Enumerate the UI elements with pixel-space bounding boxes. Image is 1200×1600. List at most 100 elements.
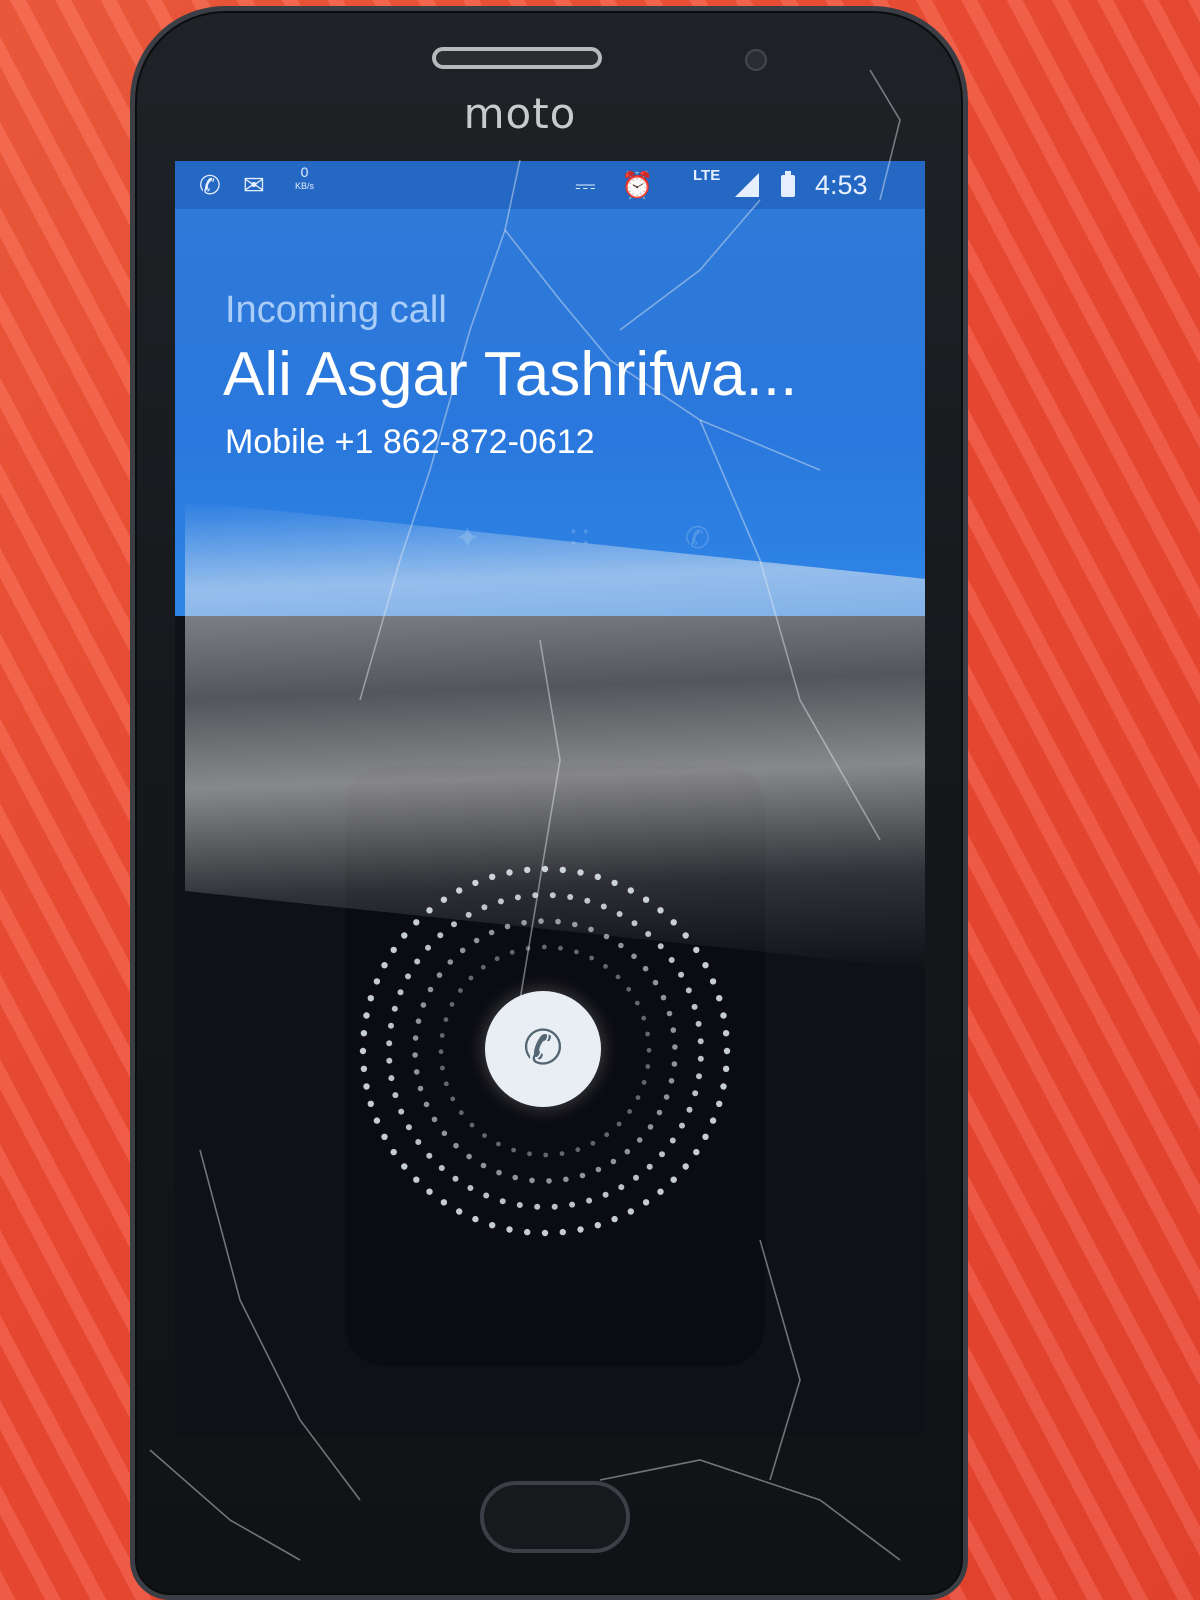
- ring-dot: [577, 869, 584, 876]
- ring-dot: [527, 1151, 532, 1157]
- ring-dot: [671, 1061, 678, 1067]
- ring-dot: [559, 1228, 566, 1236]
- ring-dot: [483, 1192, 490, 1199]
- ring-dot: [447, 959, 454, 965]
- ring-dot: [660, 994, 667, 1001]
- ring-dot: [572, 921, 578, 928]
- ring-dot: [543, 1152, 549, 1158]
- earpiece-speaker: [432, 47, 602, 69]
- ring-dot: [373, 1117, 381, 1124]
- ring-dot: [359, 1047, 367, 1055]
- ring-dot: [696, 1073, 702, 1080]
- ring-dot: [702, 962, 709, 969]
- signal-strength-icon: [735, 173, 759, 197]
- ring-dot: [611, 1215, 618, 1223]
- ring-dot: [594, 873, 601, 880]
- ring-dot: [417, 1085, 424, 1092]
- incoming-call-label: Incoming call: [225, 289, 447, 331]
- ring-dot: [559, 866, 566, 874]
- ring-dot: [506, 869, 513, 876]
- answer-call-button[interactable]: ✆: [485, 991, 601, 1107]
- ring-dot: [438, 1165, 445, 1171]
- ring-dot: [452, 1175, 459, 1182]
- ring-dot: [670, 1176, 677, 1183]
- ring-dot: [381, 1133, 388, 1140]
- ring-dot: [709, 978, 717, 985]
- ring-dot: [589, 955, 594, 961]
- ring-dot: [453, 1142, 459, 1149]
- ring-dot: [426, 907, 433, 914]
- ring-dot: [381, 962, 388, 969]
- phone-call-icon: ✆: [199, 170, 221, 200]
- ring-dot: [716, 1100, 723, 1107]
- ring-dot: [709, 1117, 717, 1124]
- ring-dot: [494, 956, 500, 962]
- ring-dot: [413, 919, 420, 926]
- ring-dot: [509, 949, 515, 955]
- ring-dot: [388, 1022, 394, 1029]
- ring-dot: [480, 1162, 487, 1169]
- ring-dot: [541, 944, 547, 950]
- ring-dot: [541, 1229, 549, 1237]
- ring-dot: [633, 1174, 639, 1181]
- ring-dot: [559, 1151, 565, 1156]
- phone-screen: ✆ ✉ 0 KB/s ⎓ ⏰ LTE 4:53 Incoming call Al…: [175, 161, 925, 1436]
- ring-dot: [575, 1147, 581, 1153]
- ring-dot: [657, 1188, 664, 1195]
- ring-dot: [504, 923, 511, 930]
- ring-dot: [496, 1141, 501, 1147]
- ring-dot: [425, 944, 431, 951]
- ring-dot: [426, 1152, 433, 1159]
- ring-dot: [647, 1124, 654, 1130]
- ring-dot: [415, 1139, 422, 1145]
- ring-dot: [413, 1176, 420, 1183]
- add-call-icon: ✆: [685, 522, 711, 555]
- answer-call-widget[interactable]: ✆: [355, 861, 735, 1241]
- ring-dot: [443, 1081, 449, 1087]
- ring-dot: [631, 920, 638, 927]
- ring-dot: [431, 1116, 438, 1123]
- ring-dot: [472, 1215, 479, 1223]
- ring-dot: [668, 957, 675, 963]
- ring-dot: [569, 1201, 576, 1208]
- ring-dot: [692, 1090, 699, 1097]
- ring-dot: [626, 986, 632, 992]
- ring-dot: [618, 942, 624, 949]
- ring-dot: [722, 1065, 730, 1072]
- ring-dot: [685, 987, 692, 994]
- caller-name: Ali Asgar Tashrifwa...: [223, 340, 798, 409]
- ring-dot: [563, 1176, 569, 1183]
- phone-device: moto ✆ ✉ 0 KB/s ⎓ ⏰ LTE 4:53 Incoming ca…: [130, 6, 968, 1600]
- ring-dot: [716, 995, 723, 1002]
- ring-dot: [618, 1184, 625, 1191]
- email-icon: ✉: [243, 170, 265, 200]
- ring-dot: [635, 1095, 641, 1100]
- ring-dot: [610, 1158, 617, 1165]
- ring-dot: [600, 903, 607, 910]
- ring-dot: [670, 919, 677, 926]
- ring-dot: [693, 946, 700, 954]
- caller-number: Mobile +1 862-872-0612: [225, 423, 595, 461]
- ring-dot: [624, 1148, 631, 1155]
- ring-dot: [642, 896, 650, 903]
- ring-dot: [646, 1163, 653, 1170]
- ring-dot: [603, 964, 608, 969]
- ring-dot: [669, 1137, 676, 1144]
- ring-dot: [538, 918, 544, 924]
- ring-dot: [695, 1020, 702, 1027]
- ring-dot: [697, 1055, 704, 1062]
- ring-dot: [373, 978, 381, 985]
- ring-dot: [436, 972, 443, 978]
- ring-dot: [521, 919, 527, 926]
- ring-dot: [657, 943, 664, 950]
- ring-dot: [693, 1148, 700, 1156]
- ring-dot: [627, 1208, 634, 1215]
- ring-dot: [615, 974, 621, 980]
- ring-dot: [723, 1047, 731, 1055]
- ring-dot: [413, 1069, 420, 1075]
- ring-dot: [558, 945, 563, 951]
- ring-dot: [437, 932, 444, 939]
- home-button[interactable]: [480, 1481, 630, 1553]
- data-rate-value: 0: [300, 164, 309, 180]
- ring-dot: [439, 1033, 445, 1038]
